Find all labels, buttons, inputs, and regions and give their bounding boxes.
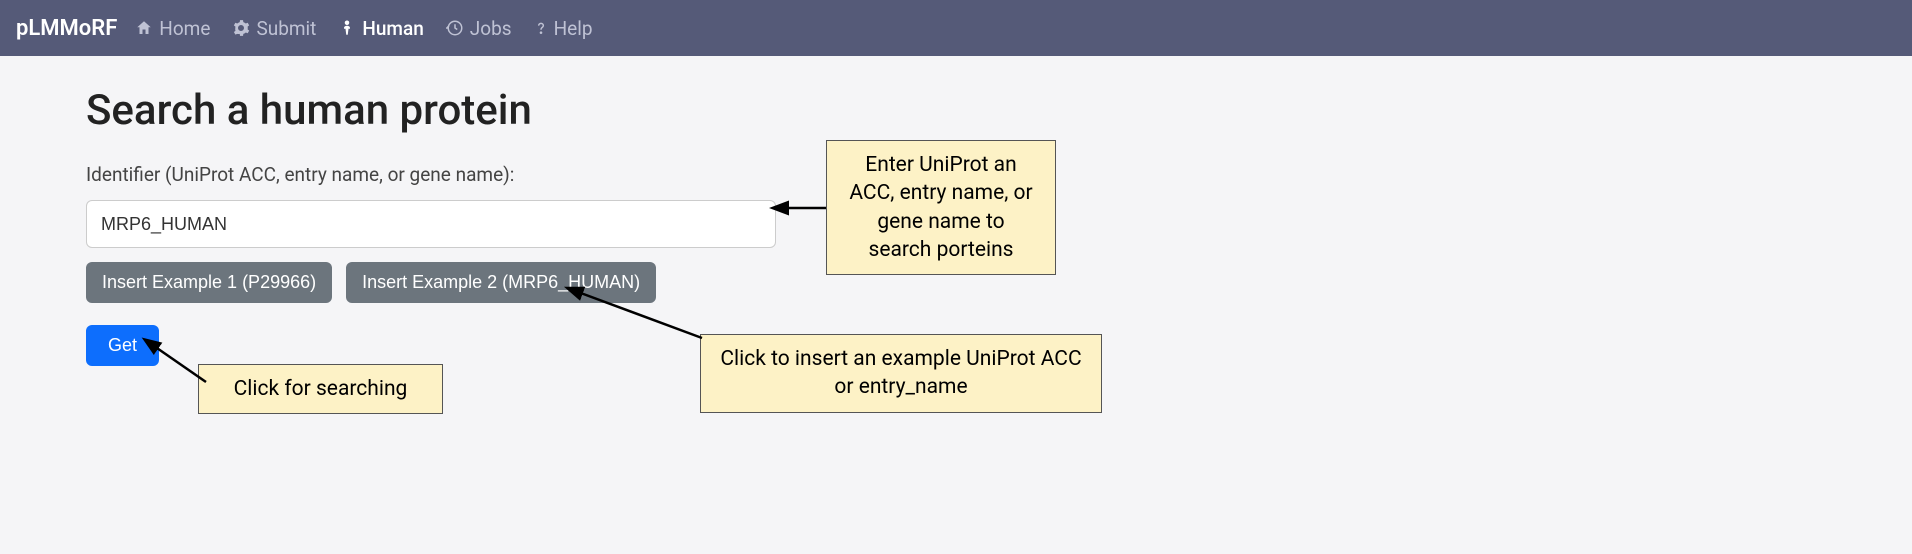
nav-jobs-label: Jobs <box>470 17 512 40</box>
nav-human-label: Human <box>362 17 423 40</box>
question-icon <box>534 19 548 37</box>
nav-submit-label: Submit <box>256 17 316 40</box>
nav-submit[interactable]: Submit <box>232 17 316 40</box>
page-title: Search a human protein <box>86 86 1826 135</box>
nav-human[interactable]: Human <box>338 17 423 40</box>
arrow-to-example-icon <box>570 286 710 346</box>
annotation-callout-input: Enter UniProt an ACC, entry name, or gen… <box>826 140 1056 275</box>
annotation-callout-get: Click for searching <box>198 364 443 414</box>
navbar: pLMMoRF Home Submit Human Jobs Help <box>0 0 1912 56</box>
person-icon <box>338 19 356 37</box>
insert-example-1-button[interactable]: Insert Example 1 (P29966) <box>86 262 332 303</box>
nav-jobs[interactable]: Jobs <box>446 17 512 40</box>
gears-icon <box>232 19 250 37</box>
arrow-to-input-icon <box>778 198 828 218</box>
nav-help-label: Help <box>554 17 593 40</box>
home-icon <box>135 19 153 37</box>
nav-home[interactable]: Home <box>135 17 210 40</box>
history-icon <box>446 19 464 37</box>
identifier-input[interactable] <box>86 200 776 248</box>
arrow-to-get-icon <box>146 340 216 390</box>
nav-help[interactable]: Help <box>534 17 593 40</box>
nav-home-label: Home <box>159 17 210 40</box>
brand: pLMMoRF <box>16 16 117 41</box>
annotation-callout-example: Click to insert an example UniProt ACC o… <box>700 334 1102 413</box>
